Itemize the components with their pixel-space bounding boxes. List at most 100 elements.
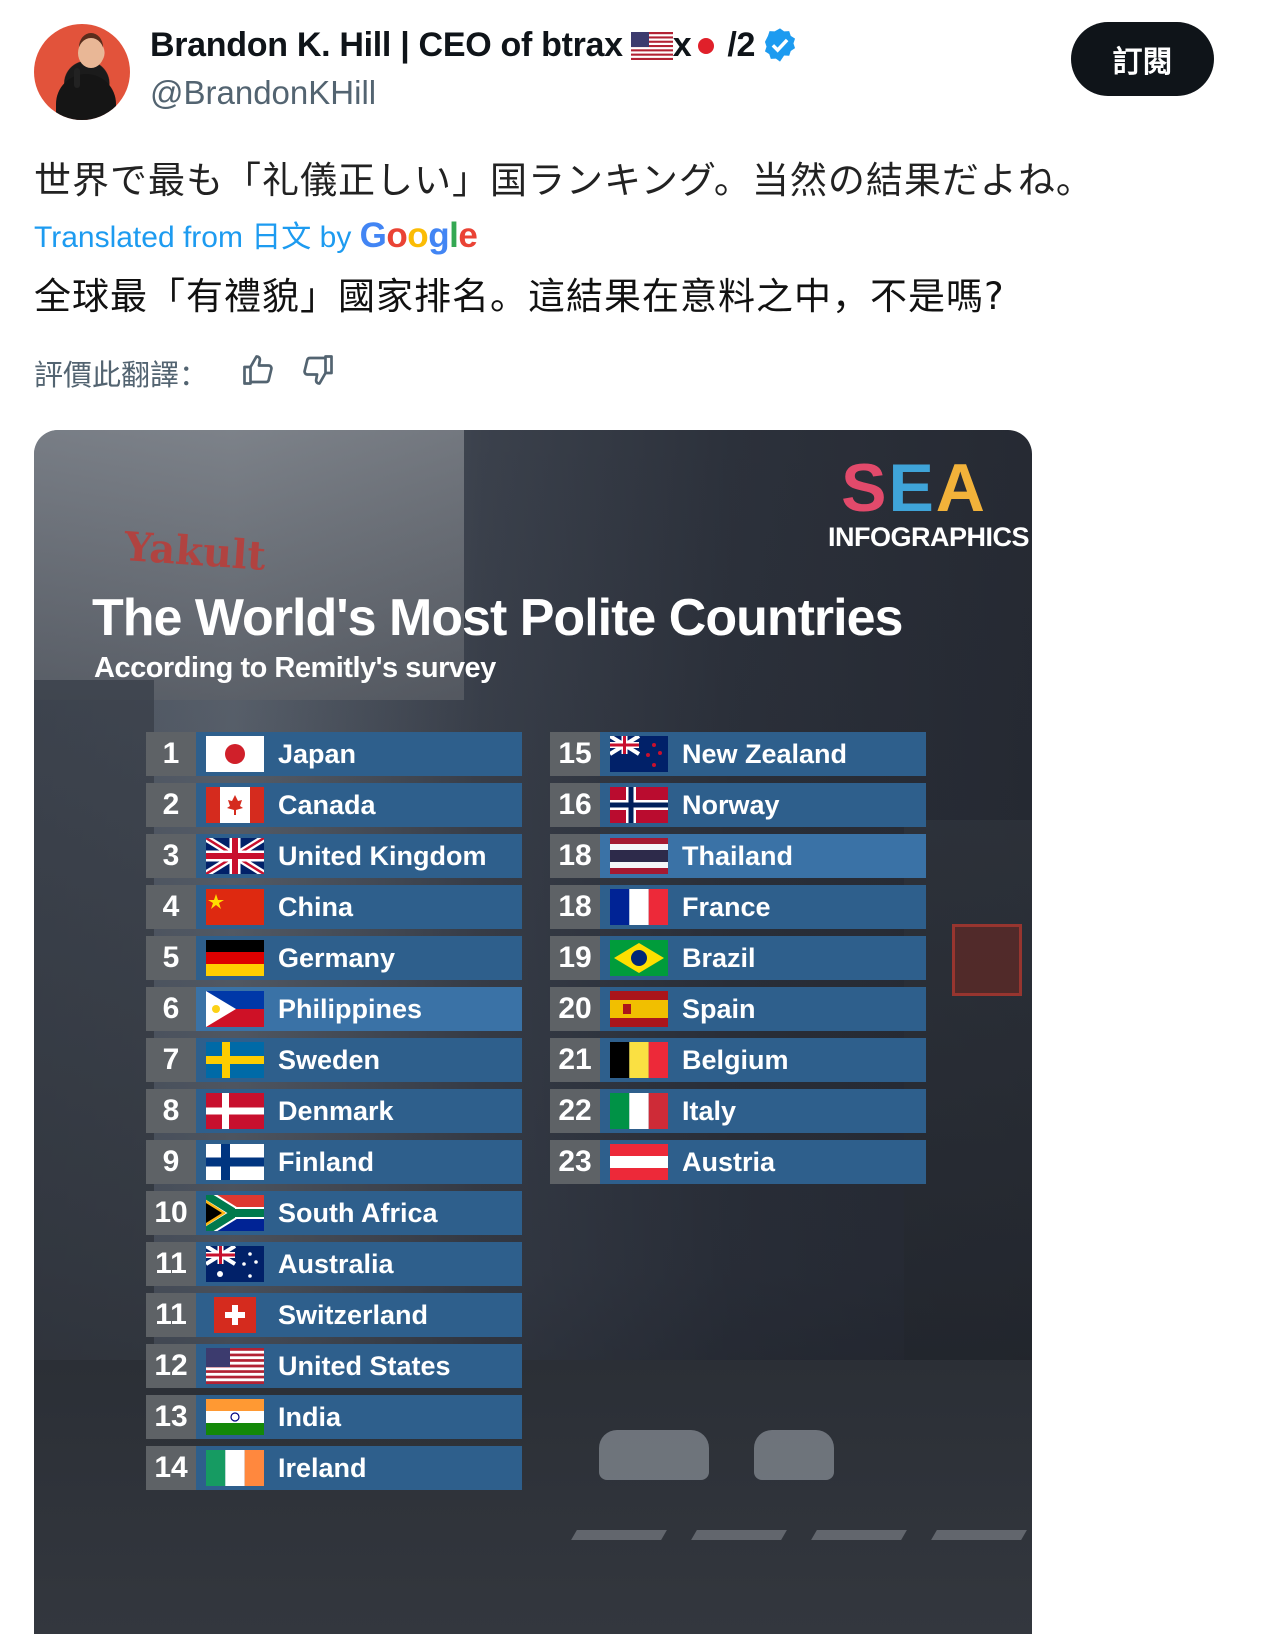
rank-number: 3 bbox=[146, 834, 196, 878]
in-flag-icon bbox=[206, 1399, 264, 1435]
country-name: France bbox=[682, 892, 771, 922]
rank-row-philippines: 6 Philippines bbox=[146, 987, 522, 1031]
rank-number: 23 bbox=[550, 1140, 600, 1184]
country-name: Austria bbox=[682, 1147, 776, 1177]
country-name: Thailand bbox=[682, 841, 794, 871]
th-flag-icon bbox=[610, 838, 668, 874]
be-flag-icon bbox=[610, 1042, 668, 1078]
country-name: Australia bbox=[278, 1249, 394, 1279]
ca-flag-icon bbox=[206, 787, 264, 823]
rank-number: 18 bbox=[550, 834, 600, 878]
rank-number: 22 bbox=[550, 1089, 600, 1133]
rank-number: 21 bbox=[550, 1038, 600, 1082]
country-name: Spain bbox=[682, 994, 756, 1024]
de-flag-icon bbox=[206, 940, 264, 976]
rank-row-denmark: 8 Denmark bbox=[146, 1089, 522, 1133]
rank-row-spain: 20 Spain bbox=[550, 987, 926, 1031]
rank-number: 4 bbox=[146, 885, 196, 929]
no-flag-icon bbox=[610, 787, 668, 823]
tweet-translated-text: 全球最「有禮貌」國家排名。這結果在意料之中，不是嗎? bbox=[34, 275, 1005, 318]
crosswalk-stripe bbox=[571, 1530, 667, 1540]
author-name[interactable]: Brandon K. Hill | CEO of btrax x/2 bbox=[150, 26, 799, 65]
country-name: Belgium bbox=[682, 1045, 789, 1075]
rank-number: 6 bbox=[146, 987, 196, 1031]
country-name: Japan bbox=[278, 739, 357, 769]
tweet-original-text: 世界で最も「礼儀正しい」国ランキング。当然の結果だよね。 bbox=[34, 159, 1094, 202]
country-name: Germany bbox=[278, 943, 396, 973]
rank-number: 11 bbox=[146, 1293, 196, 1337]
rank-number: 1 bbox=[146, 732, 196, 776]
rank-number: 2 bbox=[146, 783, 196, 827]
avatar[interactable] bbox=[34, 24, 130, 120]
country-name: Brazil bbox=[682, 943, 756, 973]
crosswalk-stripe bbox=[931, 1530, 1027, 1540]
rank-row-south-africa: 10 South Africa bbox=[146, 1191, 522, 1235]
thumbs-up-icon[interactable] bbox=[240, 352, 276, 388]
rank-row-canada: 2 Canada bbox=[146, 783, 522, 827]
subscribe-button[interactable]: 訂閱 bbox=[1071, 22, 1214, 96]
it-flag-icon bbox=[610, 1093, 668, 1129]
cn-flag-icon bbox=[206, 889, 264, 925]
country-name: Switzerland bbox=[278, 1300, 429, 1330]
dk-flag-icon bbox=[206, 1093, 264, 1129]
background-store-sign bbox=[952, 924, 1022, 996]
us-flag-icon bbox=[206, 1348, 264, 1384]
rank-row-norway: 16 Norway bbox=[550, 783, 926, 827]
rank-row-united-states: 12 United States bbox=[146, 1344, 522, 1388]
rank-row-france: 18 France bbox=[550, 885, 926, 929]
translated-from-link[interactable]: Translated from 日文 by Google bbox=[34, 212, 478, 256]
jp-flag-icon bbox=[698, 38, 715, 54]
rank-number: 18 bbox=[550, 885, 600, 929]
rank-number: 14 bbox=[146, 1446, 196, 1490]
author-name-text: Brandon K. Hill | CEO of btrax bbox=[150, 26, 623, 64]
rank-number: 11 bbox=[146, 1242, 196, 1286]
gb-flag-icon bbox=[206, 838, 264, 874]
background-car bbox=[599, 1430, 709, 1480]
fr-flag-icon bbox=[610, 889, 668, 925]
country-name: China bbox=[278, 892, 354, 922]
jp-flag-icon bbox=[206, 736, 264, 772]
country-name: Finland bbox=[278, 1147, 374, 1177]
rank-row-germany: 5 Germany bbox=[146, 936, 522, 980]
rank-number: 8 bbox=[146, 1089, 196, 1133]
google-logo: Google bbox=[359, 216, 478, 255]
at-flag-icon bbox=[610, 1144, 668, 1180]
ch-flag-icon bbox=[214, 1297, 256, 1333]
rank-number: 7 bbox=[146, 1038, 196, 1082]
country-name: United States bbox=[278, 1351, 451, 1381]
country-name: Norway bbox=[682, 790, 780, 820]
rank-row-italy: 22 Italy bbox=[550, 1089, 926, 1133]
sea-infographics-logo: SEA INFOGRAPHICS bbox=[828, 450, 1030, 552]
author-name-x: x bbox=[672, 26, 692, 64]
rank-row-india: 13 India bbox=[146, 1395, 522, 1439]
thumbs-down-icon[interactable] bbox=[300, 352, 336, 388]
rank-row-australia: 11 Australia bbox=[146, 1242, 522, 1286]
background-car bbox=[754, 1430, 834, 1480]
country-name: Denmark bbox=[278, 1096, 394, 1126]
author-name-suffix: /2 bbox=[727, 26, 756, 64]
rank-number: 16 bbox=[550, 783, 600, 827]
rate-translation-label: 評價此翻譯： bbox=[34, 358, 209, 392]
background-yakult-sign: Yakult bbox=[122, 523, 268, 580]
country-name: Ireland bbox=[278, 1453, 367, 1483]
us-flag-icon bbox=[630, 32, 673, 60]
rank-row-united-kingdom: 3 United Kingdom bbox=[146, 834, 522, 878]
fi-flag-icon bbox=[206, 1144, 264, 1180]
country-name: Italy bbox=[682, 1096, 737, 1126]
country-name: Canada bbox=[278, 790, 376, 820]
rank-row-new-zealand: 15 New Zealand bbox=[550, 732, 926, 776]
rank-number: 13 bbox=[146, 1395, 196, 1439]
rank-row-switzerland: 11 Switzerland bbox=[146, 1293, 522, 1337]
rank-row-ireland: 14 Ireland bbox=[146, 1446, 522, 1490]
country-name: United Kingdom bbox=[278, 841, 487, 871]
infographic-subtitle: According to Remitly's survey bbox=[94, 652, 496, 684]
br-flag-icon bbox=[610, 940, 668, 976]
crosswalk-stripe bbox=[811, 1530, 907, 1540]
rank-row-sweden: 7 Sweden bbox=[146, 1038, 522, 1082]
rank-number: 5 bbox=[146, 936, 196, 980]
rank-number: 9 bbox=[146, 1140, 196, 1184]
author-handle[interactable]: @BrandonKHill bbox=[150, 74, 376, 112]
za-flag-icon bbox=[206, 1195, 264, 1231]
au-flag-icon bbox=[206, 1246, 264, 1282]
infographic-image[interactable]: Yakult SEA INFOGRAPHICS The World's Most… bbox=[34, 430, 1032, 1634]
